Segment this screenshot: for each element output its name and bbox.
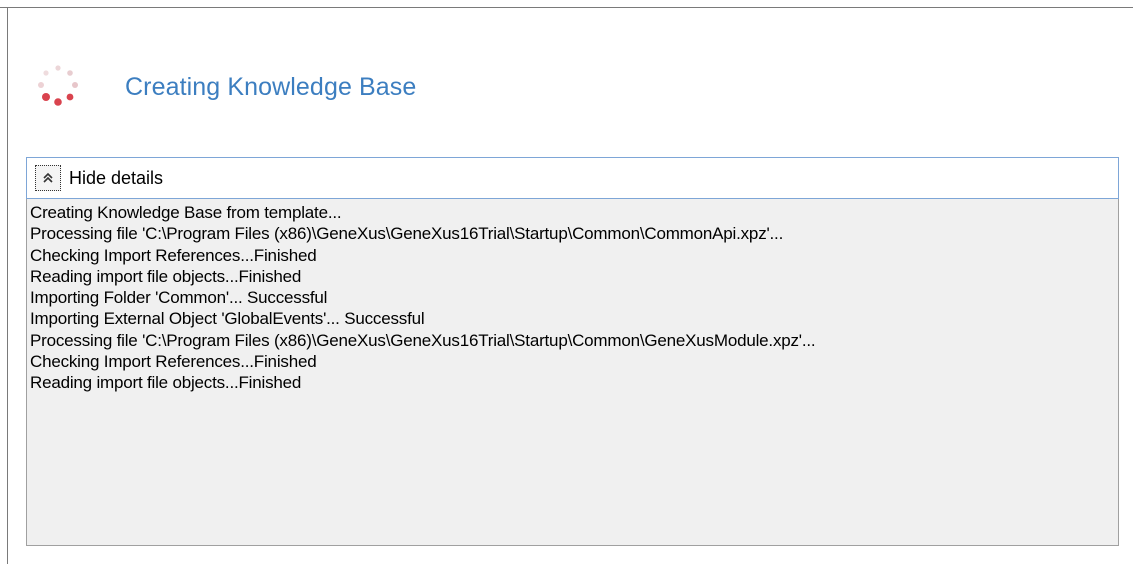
create-kb-dialog: Creating Knowledge Base Hide details Cre… — [0, 0, 1133, 564]
log-line: Processing file 'C:\Program Files (x86)\… — [30, 224, 784, 244]
details-log[interactable]: Creating Knowledge Base from template...… — [26, 199, 1119, 546]
hide-details-label[interactable]: Hide details — [69, 168, 163, 189]
log-line: Importing Folder 'Common'... Successful — [30, 288, 328, 308]
log-line: Importing External Object 'GlobalEvents'… — [30, 309, 425, 329]
window-border-top — [0, 7, 1133, 8]
window-border-left — [7, 7, 8, 564]
log-line: Reading import file objects...Finished — [30, 266, 302, 286]
double-chevron-up-icon — [43, 172, 53, 183]
log-line: Processing file 'C:\Program Files (x86)\… — [30, 330, 816, 350]
dialog-title: Creating Knowledge Base — [125, 73, 417, 101]
log-line: Checking Import References...Finished — [30, 352, 317, 372]
log-line: Reading import file objects...Finished — [30, 373, 302, 393]
loading-spinner-icon — [38, 65, 78, 106]
log-line: Checking Import References...Finished — [30, 245, 317, 265]
details-header: Hide details — [26, 157, 1119, 199]
log-line: Creating Knowledge Base from template... — [30, 203, 342, 222]
hide-details-button[interactable] — [35, 165, 61, 191]
